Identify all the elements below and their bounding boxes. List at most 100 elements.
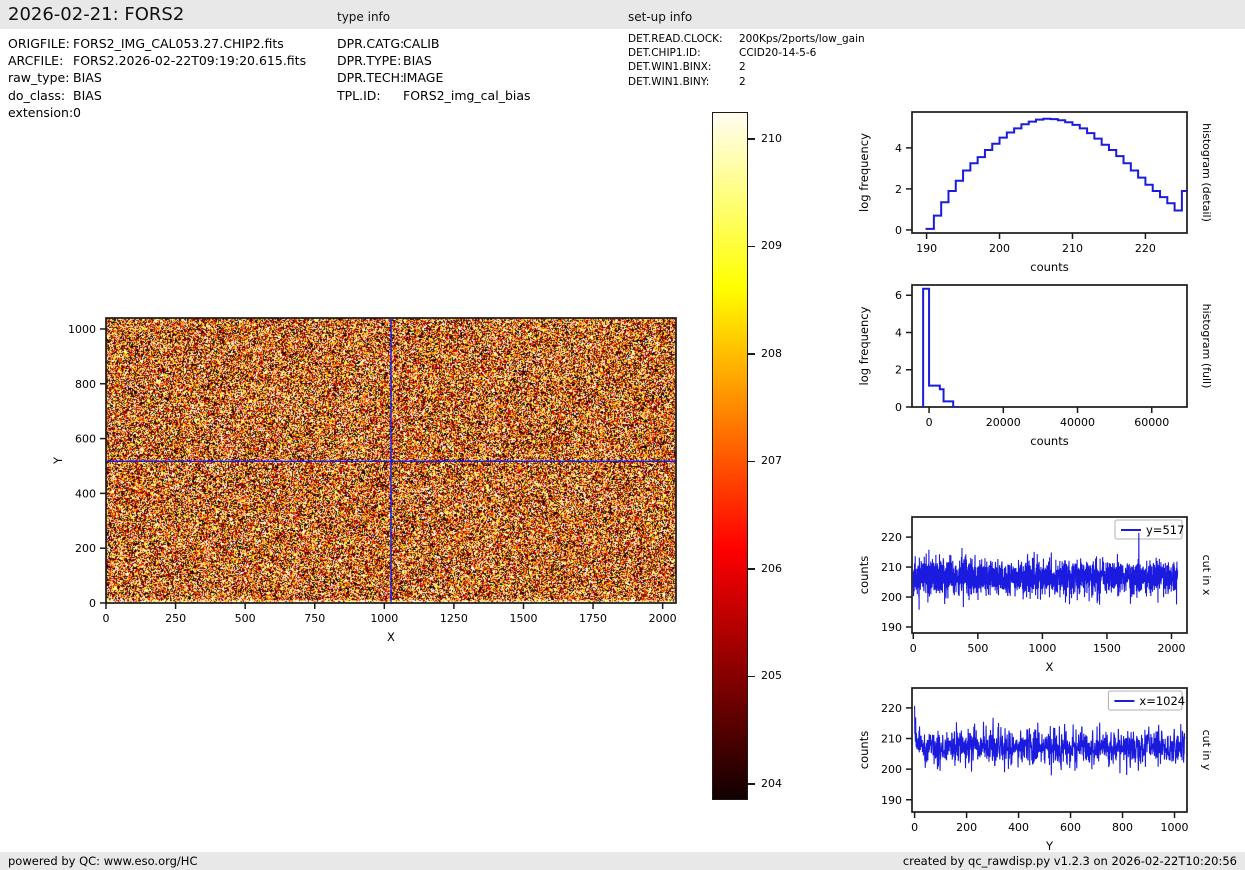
y-tick-label: 190 xyxy=(881,621,902,634)
colorbar-tick-label: 204 xyxy=(761,776,782,790)
colorbar-tick xyxy=(748,568,755,570)
x-tick-label: 1250 xyxy=(440,612,468,625)
x-tick-label: 500 xyxy=(967,642,988,655)
info-label: raw_type: xyxy=(8,70,70,86)
type-info-heading: type info xyxy=(337,10,391,24)
colorbar-tick xyxy=(748,460,755,463)
series-line xyxy=(912,532,1179,610)
x-tick-label: 200 xyxy=(956,821,977,834)
x-tick-label: 2000 xyxy=(649,612,677,625)
x-axis-label: Y xyxy=(1045,839,1054,853)
x-tick-label: 500 xyxy=(235,612,256,625)
y-axis-label: log frequency xyxy=(857,306,871,385)
cut-in-x-chart: 0 500 1000 1500 2000 190 200 210 220 Xcounts cut i… xyxy=(857,516,1213,674)
x-tick-label: 60000 xyxy=(1134,416,1169,429)
x-tick-label: 0 xyxy=(103,612,110,625)
x-tick-label: 1000 xyxy=(1028,642,1056,655)
header-bar xyxy=(0,0,1245,29)
y-tick-label: 220 xyxy=(881,702,902,715)
info-label: TPL.ID: xyxy=(337,87,381,103)
info-value: 0 xyxy=(73,104,81,120)
colorbar-tick-label: 207 xyxy=(761,454,782,468)
x-tick-label: 190 xyxy=(916,242,937,255)
y-tick-label: 210 xyxy=(881,733,902,746)
cut-in-y-chart: 0 200 400 600 800 1000 190 200 210 220 Ycounts cut … xyxy=(857,687,1213,853)
info-value: FORS2_IMG_CAL053.27.CHIP2.fits xyxy=(73,36,284,51)
x-tick-label: 0 xyxy=(926,416,933,429)
x-tick-label: 1000 xyxy=(370,612,398,625)
y-tick-label: 1000 xyxy=(68,323,96,336)
histogram-full-chart: 0 20000 40000 60000 0 2 4 6 counts log frequency h… xyxy=(857,284,1213,448)
info-value: BIAS xyxy=(73,70,102,86)
footer-credit-left: powered by QC: www.eso.org/HC xyxy=(8,854,198,868)
info-value: FORS2_img_cal_bias xyxy=(403,87,531,103)
y-tick-label: 200 xyxy=(881,591,902,604)
colorbar xyxy=(712,112,748,800)
right-axis-label: cut in y xyxy=(1200,730,1213,771)
legend-box xyxy=(1114,519,1183,540)
info-value: BIAS xyxy=(403,53,432,69)
colorbar-tick-label: 208 xyxy=(761,346,782,360)
y-tick-label: 200 xyxy=(881,763,902,776)
x-tick-label: 0 xyxy=(911,821,918,834)
colorbar-tick-label: 209 xyxy=(761,239,782,253)
info-label: ORIGFILE: xyxy=(8,36,70,51)
y-tick-label: 220 xyxy=(881,531,902,544)
x-tick-label: 750 xyxy=(304,612,325,625)
footer-credit-right: created by qc_rawdisp.py v1.2.3 on 2026-… xyxy=(902,854,1237,868)
colorbar-tick xyxy=(748,245,755,248)
y-axis-label: log frequency xyxy=(857,133,871,212)
x-tick-label: 250 xyxy=(165,612,186,625)
series-line xyxy=(922,287,959,407)
x-tick-label: 210 xyxy=(1062,242,1083,255)
y-tick-label: 200 xyxy=(75,542,96,555)
y-tick-label: 6 xyxy=(895,289,902,302)
colorbar-tick-label: 210 xyxy=(761,131,782,145)
x-tick-label: 20000 xyxy=(986,416,1021,429)
info-value: 2 xyxy=(739,75,746,88)
x-tick-label: 200 xyxy=(989,242,1010,255)
y-tick-label: 2 xyxy=(895,183,902,196)
x-tick-label: 800 xyxy=(1112,821,1133,834)
info-label: DPR.TECH: xyxy=(337,70,405,86)
legend-label: x=1024 xyxy=(1139,694,1185,708)
y-axis-label: counts xyxy=(857,731,871,769)
info-value: BIAS xyxy=(73,87,102,103)
x-axis-label: X xyxy=(1046,660,1054,674)
legend-box xyxy=(1107,690,1183,711)
plot-frame xyxy=(911,687,1188,813)
x-tick-label: 0 xyxy=(910,642,917,655)
plot-frame xyxy=(911,111,1188,234)
info-label: ARCFILE: xyxy=(8,53,64,69)
colorbar-tick xyxy=(748,783,755,785)
y-tick-label: 210 xyxy=(881,561,902,574)
y-tick-label: 190 xyxy=(881,794,902,807)
colorbar-tick xyxy=(748,353,755,355)
x-tick-label: 220 xyxy=(1135,242,1156,255)
plot-frame xyxy=(911,284,1188,408)
x-tick-label: 600 xyxy=(1060,821,1081,834)
info-value: IMAGE xyxy=(403,70,444,86)
info-label: DET.READ.CLOCK: xyxy=(628,33,723,45)
bias-noise-image xyxy=(106,318,676,603)
x-tick-label: 1500 xyxy=(509,612,537,625)
series-line xyxy=(914,705,1186,776)
colorbar-tick-label: 206 xyxy=(761,561,782,575)
x-tick-label: 2000 xyxy=(1158,642,1186,655)
info-value: FORS2.2026-02-22T09:19:20.615.fits xyxy=(73,53,307,69)
y-axis-label: counts xyxy=(857,556,871,594)
y-tick-label: 600 xyxy=(75,433,96,446)
info-label: DET.CHIP1.ID: xyxy=(628,47,701,60)
x-axis-label: counts xyxy=(1030,434,1068,448)
y-tick-label: 0 xyxy=(895,401,902,414)
colorbar-tick xyxy=(748,138,755,140)
page-title: 2026-02-21: FORS2 xyxy=(8,4,185,25)
info-value: CCID20-14-5-6 xyxy=(739,47,817,60)
y-tick-label: 4 xyxy=(895,326,902,339)
y-tick-label: 2 xyxy=(895,364,902,377)
y-tick-label: 400 xyxy=(75,487,96,500)
x-tick-label: 1500 xyxy=(1093,642,1121,655)
info-label: DET.WIN1.BINY: xyxy=(628,75,710,88)
y-tick-label: 0 xyxy=(895,224,902,237)
info-label: DET.WIN1.BINX: xyxy=(628,61,712,74)
